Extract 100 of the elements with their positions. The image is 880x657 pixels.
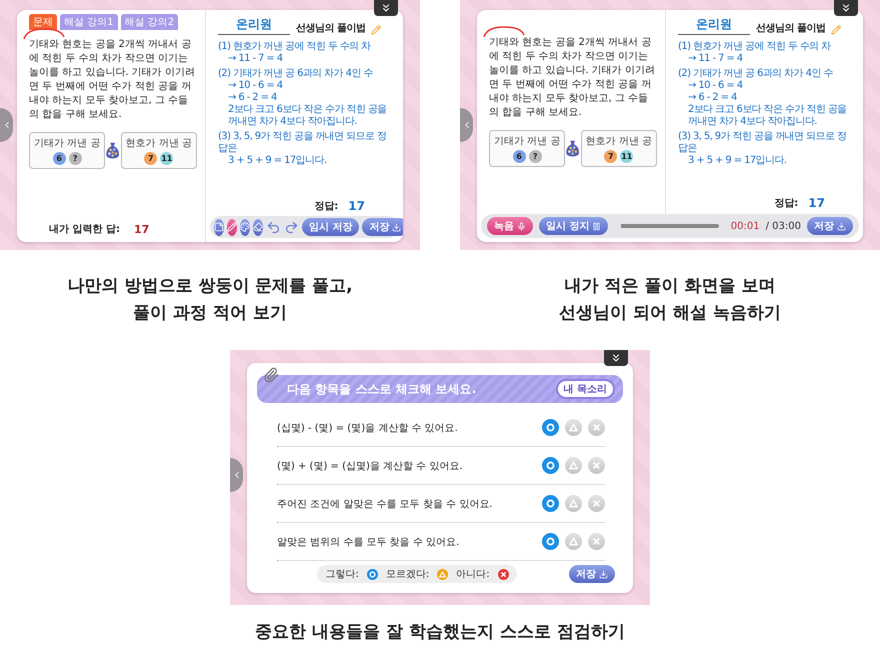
chevrons-down-icon [610, 352, 622, 364]
solution-line: (3) 3, 5, 9가 적힌 공을 꺼내면 되므로 정답은 [218, 131, 388, 155]
triangle-icon [569, 537, 578, 546]
my-answer-value: 17 [134, 222, 150, 236]
save-button[interactable]: 저장 [569, 565, 615, 583]
solution-line: (1) 현호가 꺼낸 공에 적힌 두 수의 차 [218, 41, 372, 53]
author-name: 온리원 [218, 16, 290, 35]
solution-line: 꺼내면 차가 4보다 작아집니다. [687, 116, 818, 128]
pencil-icon [831, 25, 842, 35]
previous-tab-button[interactable] [230, 458, 243, 492]
solution-line: → 10 - 6 = 4 [687, 80, 744, 92]
elapsed-time: 00:01 [730, 220, 760, 232]
triangle-icon [569, 499, 578, 508]
number-ball: ? [528, 150, 542, 162]
circle-mark-button[interactable] [542, 533, 559, 550]
solution-line: → 6 - 2 = 4 [687, 92, 738, 104]
chevrons-down-icon [380, 2, 392, 14]
circle-icon [546, 423, 555, 432]
solution-line: → 6 - 2 = 4 [227, 92, 278, 104]
number-ball: 11 [160, 152, 174, 164]
cross-mark-button[interactable] [588, 457, 605, 474]
legend-label: 그렇다: [325, 568, 359, 581]
author-name: 온리원 [678, 16, 750, 35]
answer-label: 정답: [774, 197, 798, 210]
solution-line: → 11 - 7 = 4 [227, 53, 284, 65]
solution-line: (1) 현호가 꺼낸 공에 적힌 두 수의 차 [678, 41, 832, 53]
my-answer-label: 내가 입력한 답: [49, 223, 120, 236]
solution-line: (2) 기태가 꺼낸 공 6과의 차가 4인 수 [218, 68, 374, 80]
number-ball: 6 [52, 152, 66, 164]
card-label: 현호가 꺼낸 공 [126, 136, 192, 150]
memo-icon [214, 222, 224, 232]
collapse-button[interactable] [834, 0, 858, 16]
cross-mark-button[interactable] [588, 419, 605, 436]
record-button[interactable]: 녹음 [487, 217, 533, 235]
checklist-item: (십몇) - (몇) = (몇)을 계산할 수 있어요. [277, 422, 459, 434]
triangle-mark-button[interactable] [565, 495, 582, 512]
solution-title: 선생님의 풀이법 [756, 22, 826, 35]
answer-label: 정답: [314, 200, 338, 213]
caption: 중요한 내용들을 잘 학습했는지 스스로 점검하기 [255, 620, 625, 644]
card-label: 기태가 꺼낸 공 [34, 136, 100, 150]
pencil-icon [371, 25, 382, 35]
pen-icon [227, 222, 237, 232]
solution-line: (3) 3, 5, 9가 적힌 공을 꺼내면 되므로 정답은 [678, 131, 848, 155]
pen-tool-button[interactable] [227, 218, 237, 236]
legend-label: 모르겠다: [386, 568, 430, 581]
undo-button[interactable] [266, 220, 281, 234]
download-icon [599, 570, 608, 578]
caption: 나만의 방법으로 쌍둥이 문제를 풀고, 풀이 과정 적어 보기 [67, 275, 353, 325]
memo-tool-button[interactable] [214, 218, 224, 236]
answer-value: 17 [808, 196, 825, 210]
my-voice-button[interactable]: 내 목소리 [556, 379, 615, 399]
solution-line: → 10 - 6 = 4 [227, 80, 284, 92]
previous-tab-button[interactable] [460, 108, 473, 142]
answer-value: 17 [348, 199, 365, 213]
caption: 내가 적은 풀이 화면을 보며 선생님이 되어 해설 녹음하기 [559, 275, 781, 325]
chevrons-down-icon [840, 2, 852, 14]
undo-arrow-icon [266, 220, 281, 234]
palette-tool-button[interactable] [240, 218, 250, 236]
solution-title: 선생님의 풀이법 [296, 22, 366, 35]
paperclip-icon [263, 367, 279, 383]
tab[interactable]: 해설 강의2 [120, 14, 178, 30]
problem-text: 기태와 현호는 공을 2개씩 꺼내서 공에 적힌 두 수의 차가 작으면 이기는 놀이를 하고 있습니다. 기태가 이기려면 두 번째에 어떤 수가 적힌 공을 꺼내야 하는지 모두 찾아보고, 그 수들의 합을 구해 보세요. [29, 38, 196, 122]
redo-arrow-icon [284, 220, 299, 234]
redo-button[interactable] [284, 220, 299, 234]
circle-mark-button[interactable] [542, 419, 559, 436]
triangle-icon [569, 423, 578, 432]
pause-icon [592, 222, 602, 230]
card-label: 기태가 꺼낸 공 [494, 134, 560, 148]
circle-mark-button[interactable] [542, 495, 559, 512]
cross-icon [592, 499, 601, 508]
triangle-icon [569, 461, 578, 470]
number-ball: 11 [620, 150, 634, 162]
problem-text: 기태와 현호는 공을 2개씩 꺼내서 공에 적힌 두 수의 차가 작으면 이기는 놀이를 하고 있습니다. 기태가 이기려면 두 번째에 어떤 수가 적힌 공을 꺼내야 하는지 모두 찾아보고, 그 수들의 합을 구해 보세요. [489, 36, 656, 120]
triangle-mark-button[interactable] [565, 419, 582, 436]
triangle-mark-button[interactable] [565, 457, 582, 474]
save-button[interactable]: 저장 [807, 217, 853, 235]
cross-icon [592, 461, 601, 470]
previous-tab-button[interactable] [0, 108, 13, 142]
triangle-mark-button[interactable] [565, 533, 582, 550]
number-ball: ? [68, 152, 82, 164]
total-time: / 03:00 [766, 220, 801, 232]
cross-mark-button[interactable] [588, 495, 605, 512]
card-label: 현호가 꺼낸 공 [586, 134, 652, 148]
collapse-button[interactable] [374, 0, 398, 16]
eraser-tool-button[interactable] [253, 218, 263, 236]
collapse-button[interactable] [604, 350, 628, 366]
circle-icon [546, 461, 555, 470]
temp-save-button[interactable]: 임시 저장 [302, 218, 360, 236]
checklist-item: 알맞은 범위의 수를 모두 찾을 수 있어요. [277, 536, 460, 548]
solution-line: (2) 기태가 꺼낸 공 6과의 차가 4인 수 [678, 68, 834, 80]
pause-button[interactable]: 일시 정지 [539, 217, 608, 235]
cross-mark-button[interactable] [588, 533, 605, 550]
tab[interactable]: 해설 강의1 [60, 14, 118, 30]
solution-line: → 11 - 7 = 4 [687, 53, 744, 65]
save-button[interactable]: 저장 [362, 218, 403, 236]
tab[interactable]: 문제 [29, 14, 57, 30]
circle-icon [546, 537, 555, 546]
handwritten-arc [481, 25, 527, 38]
cross-icon [592, 537, 601, 546]
circle-mark-button[interactable] [542, 457, 559, 474]
